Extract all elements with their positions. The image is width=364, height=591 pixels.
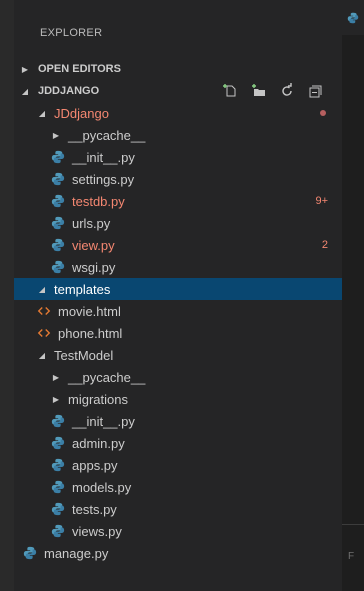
bottom-panel: F <box>342 524 364 591</box>
chevron-down-icon[interactable]: ◢ <box>36 109 48 118</box>
file-item[interactable]: urls.py <box>14 212 342 234</box>
item-label: view.py <box>72 237 115 253</box>
item-label: testdb.py <box>72 193 125 209</box>
chevron-right-icon[interactable]: ▶ <box>50 395 62 404</box>
file-item[interactable]: settings.py <box>14 168 342 190</box>
chevron-down-icon[interactable]: ◢ <box>36 285 48 294</box>
python-file-icon <box>347 11 359 29</box>
python-file-icon <box>22 545 38 561</box>
python-file-icon <box>50 457 66 473</box>
folder-item[interactable]: ◢ JDdjango <box>14 102 342 124</box>
problem-count-badge: 9+ <box>315 195 328 207</box>
item-label: __pycache__ <box>68 127 146 143</box>
python-file-icon <box>50 435 66 451</box>
folder-item[interactable]: ▶ migrations <box>14 388 342 410</box>
file-tree: ◢ JDdjango ▶ __pycache__ __init__.py settings… <box>14 102 342 564</box>
chevron-down-icon: ◢ <box>21 86 29 96</box>
section-open-editors-label: OPEN EDITORS <box>38 63 121 75</box>
problem-count-badge: 2 <box>321 239 328 251</box>
explorer-title: EXPLORER <box>40 27 103 39</box>
python-file-icon <box>50 193 66 209</box>
item-label: phone.html <box>58 325 123 341</box>
panel-label: F <box>348 551 355 562</box>
explorer-actions <box>222 80 324 102</box>
new-file-icon[interactable] <box>222 82 240 100</box>
item-label: admin.py <box>72 435 125 451</box>
item-label: urls.py <box>72 215 111 231</box>
refresh-icon[interactable] <box>278 82 296 100</box>
item-label: wsgi.py <box>72 259 116 275</box>
file-item[interactable]: view.py 2 <box>14 234 342 256</box>
item-label: manage.py <box>44 545 109 561</box>
item-label: settings.py <box>72 171 135 187</box>
file-item[interactable]: testdb.py 9+ <box>14 190 342 212</box>
chevron-right-icon[interactable]: ▶ <box>50 131 62 140</box>
chevron-right-icon[interactable]: ▶ <box>50 373 62 382</box>
editor-area <box>342 0 364 591</box>
file-item[interactable]: manage.py <box>14 542 342 564</box>
python-file-icon <box>50 215 66 231</box>
editor-tab[interactable] <box>342 0 364 35</box>
item-label: migrations <box>68 391 128 407</box>
python-file-icon <box>50 237 66 253</box>
folder-item[interactable]: ▶ __pycache__ <box>14 366 342 388</box>
item-label: templates <box>54 281 111 297</box>
python-file-icon <box>50 479 66 495</box>
file-item[interactable]: tests.py <box>14 498 342 520</box>
item-label: __pycache__ <box>68 369 146 385</box>
folder-item[interactable]: ◢ TestModel <box>14 344 342 366</box>
folder-item[interactable]: ◢ templates <box>14 278 342 300</box>
item-label: __init__.py <box>72 413 135 429</box>
file-item[interactable]: admin.py <box>14 432 342 454</box>
item-label: JDdjango <box>54 105 109 121</box>
python-file-icon <box>50 171 66 187</box>
file-item[interactable]: apps.py <box>14 454 342 476</box>
item-label: models.py <box>72 479 132 495</box>
python-file-icon <box>50 149 66 165</box>
item-label: apps.py <box>72 457 118 473</box>
vscode-window: EXPLORER ▶ OPEN EDITORS ◢ JDDJANGO ◢ JDd… <box>0 0 364 591</box>
collapse-all-icon[interactable] <box>306 82 324 100</box>
item-label: __init__.py <box>72 149 135 165</box>
chevron-right-icon: ▶ <box>21 64 29 74</box>
chevron-down-icon[interactable]: ◢ <box>36 351 48 360</box>
file-item[interactable]: __init__.py <box>14 146 342 168</box>
item-label: TestModel <box>54 347 114 363</box>
modified-dot-icon <box>320 110 326 116</box>
python-file-icon <box>50 501 66 517</box>
python-file-icon <box>50 413 66 429</box>
file-item[interactable]: __init__.py <box>14 410 342 432</box>
file-item[interactable]: movie.html <box>14 300 342 322</box>
python-file-icon <box>50 259 66 275</box>
item-label: tests.py <box>72 501 117 517</box>
html-file-icon <box>36 303 52 319</box>
file-item[interactable]: phone.html <box>14 322 342 344</box>
section-open-editors[interactable]: ▶ OPEN EDITORS <box>14 58 342 80</box>
folder-item[interactable]: ▶ __pycache__ <box>14 124 342 146</box>
section-project[interactable]: ◢ JDDJANGO <box>14 80 342 102</box>
html-file-icon <box>36 325 52 341</box>
file-item[interactable]: models.py <box>14 476 342 498</box>
section-project-label: JDDJANGO <box>38 85 100 97</box>
new-folder-icon[interactable] <box>250 82 268 100</box>
python-file-icon <box>50 523 66 539</box>
file-item[interactable]: views.py <box>14 520 342 542</box>
window-edge <box>0 0 14 591</box>
file-item[interactable]: wsgi.py <box>14 256 342 278</box>
item-label: movie.html <box>58 303 121 319</box>
item-label: views.py <box>72 523 122 539</box>
explorer-sidebar: EXPLORER ▶ OPEN EDITORS ◢ JDDJANGO ◢ JDd… <box>14 8 342 591</box>
